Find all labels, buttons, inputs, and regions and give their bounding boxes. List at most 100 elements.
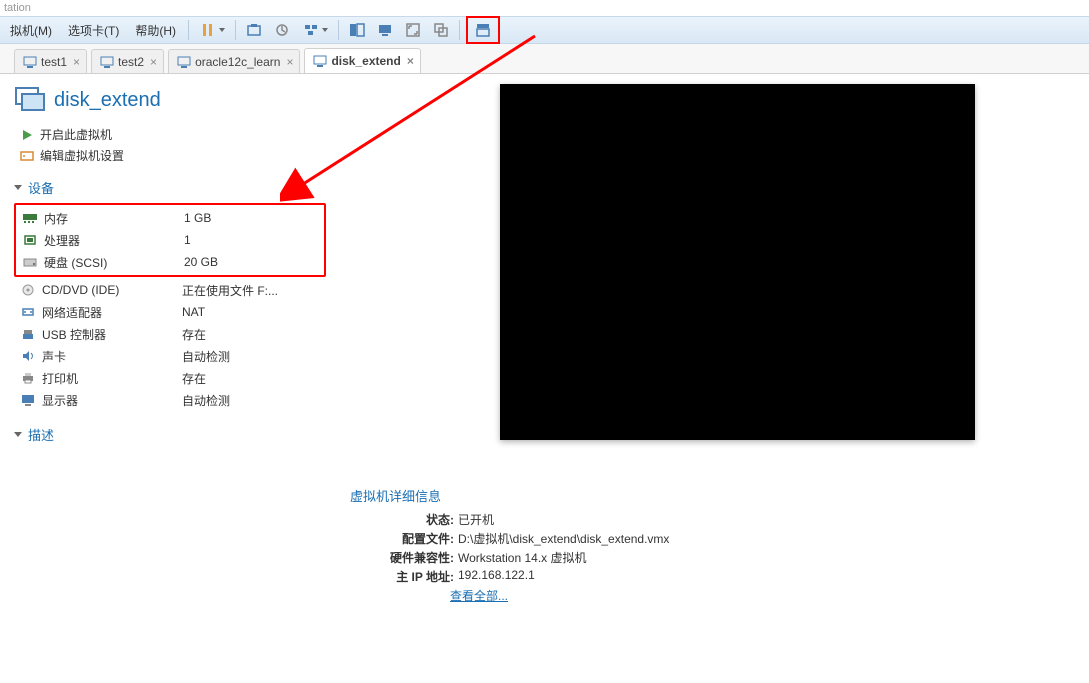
main-toolbar: 拟机(M) 选项卡(T) 帮助(H)	[0, 16, 1089, 44]
detail-value: 已开机	[458, 511, 494, 528]
device-value: 存在	[182, 326, 206, 343]
snapshot-manager-button[interactable]	[298, 19, 332, 41]
separator	[338, 20, 339, 40]
cd-icon	[20, 283, 36, 297]
device-value: 正在使用文件 F:...	[182, 282, 278, 299]
caret-down-icon	[14, 432, 22, 437]
menu-vm[interactable]: 拟机(M)	[2, 18, 60, 43]
wrench-icon	[20, 149, 34, 163]
vm-name-title: disk_extend	[54, 89, 161, 112]
vm-big-icon	[14, 84, 46, 116]
section-label: 描述	[28, 425, 54, 444]
device-value: 自动检测	[182, 392, 230, 409]
device-label: USB 控制器	[42, 326, 182, 343]
chevron-down-icon	[322, 28, 328, 32]
fullscreen-button[interactable]	[401, 19, 425, 41]
close-icon[interactable]: ×	[286, 55, 293, 69]
play-icon	[20, 128, 34, 142]
detail-value: Workstation 14.x 虚拟机	[458, 549, 587, 566]
device-label: 声卡	[42, 348, 182, 365]
device-row-usb[interactable]: USB 控制器 存在	[14, 323, 326, 345]
device-row-printer[interactable]: 打印机 存在	[14, 367, 326, 389]
tab-disk-extend[interactable]: disk_extend ×	[304, 48, 420, 73]
usb-icon	[20, 327, 36, 341]
view-all-link[interactable]: 查看全部...	[450, 587, 1069, 604]
detail-row-config: 配置文件: D:\虚拟机\disk_extend\disk_extend.vmx	[350, 530, 1069, 547]
display-icon	[20, 393, 36, 407]
separator	[235, 20, 236, 40]
device-label: 处理器	[44, 232, 184, 249]
device-label: 内存	[44, 210, 184, 227]
cpu-icon	[22, 233, 38, 247]
right-panel: 虚拟机详细信息 状态: 已开机 配置文件: D:\虚拟机\disk_extend…	[340, 74, 1089, 683]
device-label: 网络适配器	[42, 304, 182, 321]
device-value: 20 GB	[184, 255, 218, 269]
device-value: 自动检测	[182, 348, 230, 365]
menu-help[interactable]: 帮助(H)	[127, 18, 184, 43]
network-icon	[20, 305, 36, 319]
window-title: tation	[0, 0, 1089, 16]
device-row-network[interactable]: 网络适配器 NAT	[14, 301, 326, 323]
detail-value: 192.168.122.1	[458, 568, 535, 585]
action-label: 开启此虚拟机	[40, 126, 112, 143]
section-label: 设备	[28, 178, 54, 197]
disk-icon	[22, 255, 38, 269]
device-row-disk[interactable]: 硬盘 (SCSI) 20 GB	[16, 251, 324, 273]
device-value: 存在	[182, 370, 206, 387]
sound-icon	[20, 349, 36, 363]
vm-icon	[100, 55, 114, 69]
tab-label: test2	[118, 55, 144, 69]
device-value: 1 GB	[184, 211, 211, 225]
section-details-header[interactable]: 虚拟机详细信息	[350, 486, 1069, 505]
detail-row-status: 状态: 已开机	[350, 511, 1069, 528]
pause-button[interactable]	[195, 19, 229, 41]
close-icon[interactable]: ×	[407, 54, 414, 68]
detail-row-ip: 主 IP 地址: 192.168.122.1	[350, 568, 1069, 585]
device-row-cd[interactable]: CD/DVD (IDE) 正在使用文件 F:...	[14, 279, 326, 301]
close-icon[interactable]: ×	[73, 55, 80, 69]
separator	[188, 20, 189, 40]
tab-label: oracle12c_learn	[195, 55, 280, 69]
section-devices-header[interactable]: 设备	[14, 178, 326, 197]
vm-icon	[313, 54, 327, 68]
snapshot-revert-button[interactable]	[270, 19, 294, 41]
tab-test1[interactable]: test1 ×	[14, 49, 87, 73]
power-on-vm-link[interactable]: 开启此虚拟机	[20, 126, 326, 143]
section-description-header[interactable]: 描述	[14, 425, 326, 444]
snapshot-take-button[interactable]	[242, 19, 266, 41]
device-label: 打印机	[42, 370, 182, 387]
view-library-button[interactable]	[345, 19, 369, 41]
device-value: NAT	[182, 305, 205, 319]
device-row-display[interactable]: 显示器 自动检测	[14, 389, 326, 411]
unity-button[interactable]	[429, 19, 453, 41]
device-row-sound[interactable]: 声卡 自动检测	[14, 345, 326, 367]
tab-oracle12c[interactable]: oracle12c_learn ×	[168, 49, 300, 73]
menu-tabs[interactable]: 选项卡(T)	[60, 18, 127, 43]
close-icon[interactable]: ×	[150, 55, 157, 69]
vm-screen-preview[interactable]	[500, 84, 975, 440]
device-label: CD/DVD (IDE)	[42, 283, 182, 297]
view-thumbnail-button[interactable]	[373, 19, 397, 41]
device-row-memory[interactable]: 内存 1 GB	[16, 207, 324, 229]
device-value: 1	[184, 233, 191, 247]
device-label: 显示器	[42, 392, 182, 409]
separator	[459, 20, 460, 40]
tab-label: disk_extend	[331, 54, 400, 68]
action-label: 编辑虚拟机设置	[40, 147, 124, 164]
tabs-bar: test1 × test2 × oracle12c_learn × disk_e…	[0, 44, 1089, 74]
vm-title-row: disk_extend	[14, 84, 326, 116]
tab-test2[interactable]: test2 ×	[91, 49, 164, 73]
vm-details-section: 虚拟机详细信息 状态: 已开机 配置文件: D:\虚拟机\disk_extend…	[350, 486, 1069, 604]
vm-icon	[177, 55, 191, 69]
main-content: disk_extend 开启此虚拟机 编辑虚拟机设置 设备 内存 1 GB 处理…	[0, 74, 1089, 683]
vm-icon	[23, 55, 37, 69]
left-panel: disk_extend 开启此虚拟机 编辑虚拟机设置 设备 内存 1 GB 处理…	[0, 74, 340, 683]
detail-row-compat: 硬件兼容性: Workstation 14.x 虚拟机	[350, 549, 1069, 566]
printer-icon	[20, 371, 36, 385]
detail-key: 状态:	[374, 511, 454, 528]
console-view-button[interactable]	[466, 16, 500, 44]
tab-label: test1	[41, 55, 67, 69]
device-row-cpu[interactable]: 处理器 1	[16, 229, 324, 251]
detail-key: 主 IP 地址:	[374, 568, 454, 585]
edit-vm-settings-link[interactable]: 编辑虚拟机设置	[20, 147, 326, 164]
